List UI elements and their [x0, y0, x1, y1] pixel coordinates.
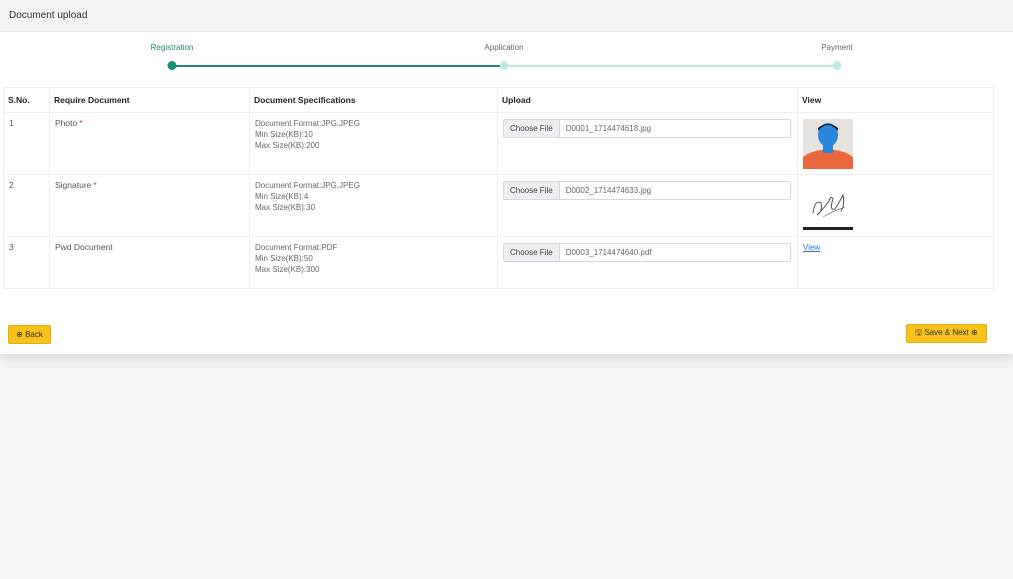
spec-min-size: Min Size(KB):10: [255, 130, 313, 139]
document-name: Signature: [55, 180, 92, 190]
cell-document: Signature *: [49, 174, 250, 237]
documents-table: S.No. Require Document Document Specific…: [3, 87, 994, 289]
spec-min-size: Min Size(KB):4: [255, 192, 309, 201]
spec-max-size: Max Size(KB):300: [255, 265, 320, 274]
step-registration-label: Registration: [150, 43, 194, 52]
cell-document: Pwd Document: [49, 236, 250, 289]
file-name: D0001_1714474618.jpg: [565, 124, 652, 133]
photo-file-input[interactable]: Choose File D0001_1714474618.jpg: [503, 119, 791, 138]
header-view: View: [797, 87, 994, 113]
cell-upload: Choose File D0003_1714474640.pdf: [497, 236, 798, 289]
cell-view: View: [797, 236, 994, 289]
document-name: Photo: [55, 118, 78, 128]
spec-format: Document Format:PDF: [255, 243, 338, 252]
spec-max-size: Max Size(KB):30: [255, 203, 316, 212]
spec-min-size: Min Size(KB):50: [255, 254, 313, 263]
step-payment-label: Payment: [821, 43, 853, 52]
cell-specifications: Document Format:PDF Min Size(KB):50 Max …: [249, 236, 498, 289]
table-row: 3 Pwd Document Document Format:PDF Min S…: [3, 236, 994, 289]
save-and-next-button[interactable]: 🖫 Save & Next ⊕: [906, 324, 987, 343]
step-application-dot: [499, 61, 509, 70]
header-upload: Upload: [497, 87, 798, 113]
step-connector-pending: [504, 65, 837, 67]
person-photo-icon: [803, 119, 853, 169]
card-header: Document upload: [0, 0, 1013, 32]
progress-stepper: Registration Application Payment: [0, 32, 1013, 80]
header-document-specifications: Document Specifications: [249, 87, 498, 113]
signature-thumbnail[interactable]: [803, 181, 853, 231]
choose-file-button[interactable]: Choose File: [504, 182, 560, 199]
step-application-label: Application: [484, 43, 524, 52]
table-header-row: S.No. Require Document Document Specific…: [3, 87, 994, 113]
page-title: Document upload: [9, 10, 88, 21]
spec-format: Document Format:JPG,JPEG: [255, 181, 360, 190]
photo-thumbnail[interactable]: [803, 119, 853, 169]
pwd-document-file-input[interactable]: Choose File D0003_1714474640.pdf: [503, 243, 791, 262]
step-registration-dot: [167, 61, 177, 70]
signature-icon: [803, 181, 853, 231]
spec-format: Document Format:JPG,JPEG: [255, 119, 360, 128]
cell-view: [797, 174, 994, 237]
document-name: Pwd Document: [55, 242, 113, 252]
file-name: D0002_1714474633.jpg: [565, 186, 652, 195]
cell-upload: Choose File D0001_1714474618.jpg: [497, 112, 798, 175]
choose-file-button[interactable]: Choose File: [504, 244, 560, 261]
view-document-link[interactable]: View: [803, 243, 820, 252]
required-marker: *: [93, 180, 97, 190]
table-row: 2 Signature * Document Format:JPG,JPEG Mi…: [3, 174, 994, 237]
required-marker: *: [79, 118, 83, 128]
cell-sno: 1: [3, 112, 50, 175]
cell-sno: 3: [3, 236, 50, 289]
cell-specifications: Document Format:JPG,JPEG Min Size(KB):4 …: [249, 174, 498, 237]
signature-file-input[interactable]: Choose File D0002_1714474633.jpg: [503, 181, 791, 200]
back-button[interactable]: ⊕ Back: [8, 325, 51, 344]
cell-specifications: Document Format:JPG,JPEG Min Size(KB):10…: [249, 112, 498, 175]
step-connector-done: [172, 65, 504, 67]
step-payment-dot: [832, 61, 842, 70]
header-require-document: Require Document: [49, 87, 250, 113]
cell-view: [797, 112, 994, 175]
header-sno: S.No.: [3, 87, 50, 113]
spec-max-size: Max Size(KB):200: [255, 141, 320, 150]
file-name: D0003_1714474640.pdf: [565, 248, 652, 257]
choose-file-button[interactable]: Choose File: [504, 120, 560, 137]
table-row: 1 Photo * Document Format:JPG,JPEG Min Si…: [3, 112, 994, 175]
document-upload-card: Document upload Registration Application…: [0, 0, 1013, 354]
cell-sno: 2: [3, 174, 50, 237]
cell-document: Photo *: [49, 112, 250, 175]
cell-upload: Choose File D0002_1714474633.jpg: [497, 174, 798, 237]
